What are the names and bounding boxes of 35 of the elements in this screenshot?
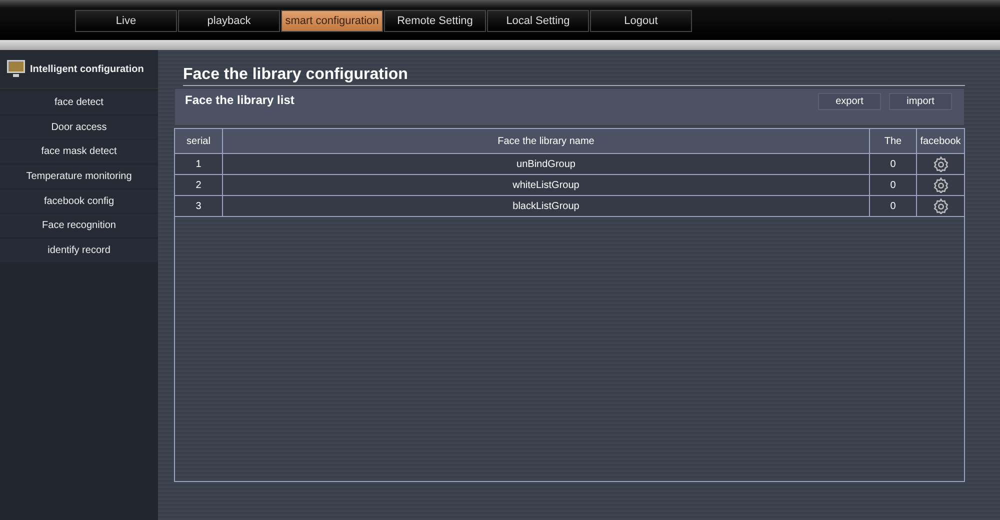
table-cell: 3 [175,196,222,216]
sidebar-item[interactable]: face detect [0,91,158,114]
sidebar-item[interactable]: Door access [0,116,158,139]
table-cell: whiteListGroup [222,174,870,196]
sidebar-item[interactable]: face mask detect [0,140,158,164]
table-cell: 0 [870,174,916,196]
action-button[interactable]: import [889,93,952,110]
panel-title: Face the library list [185,93,295,109]
action-button[interactable]: export [818,93,881,110]
sidebar-title: Intelligent configuration [30,64,144,74]
nav-tab[interactable]: Live [75,10,177,32]
column-header: facebook [916,129,964,154]
nav-tab[interactable]: playback [178,10,280,32]
table-cell: 1 [175,154,222,174]
sidebar-item[interactable]: facebook config [0,190,158,213]
page-title: Face the library configuration [183,66,965,86]
nav-tab[interactable]: smart configuration [281,10,383,32]
nav-tab[interactable]: Remote Setting [384,10,486,32]
table-cell: 2 [175,174,222,196]
settings-icon[interactable] [932,198,948,214]
settings-icon[interactable] [932,177,948,193]
sidebar-item[interactable]: identify record [0,239,158,262]
nav-tab[interactable]: Local Setting [487,10,589,32]
table-cell: 0 [870,154,916,174]
monitor-icon [6,59,26,79]
column-header: Face the library name [222,129,870,154]
settings-icon[interactable] [932,156,948,172]
sidebar-item[interactable]: Temperature monitoring [0,165,158,188]
sidebar-item[interactable]: Face recognition [0,214,158,238]
column-header: serial [175,129,222,154]
table-cell: 0 [870,196,916,216]
table-cell: blackListGroup [222,196,870,216]
column-header: The [870,129,916,154]
nav-tab[interactable]: Logout [590,10,692,32]
table-cell: unBindGroup [222,154,870,174]
